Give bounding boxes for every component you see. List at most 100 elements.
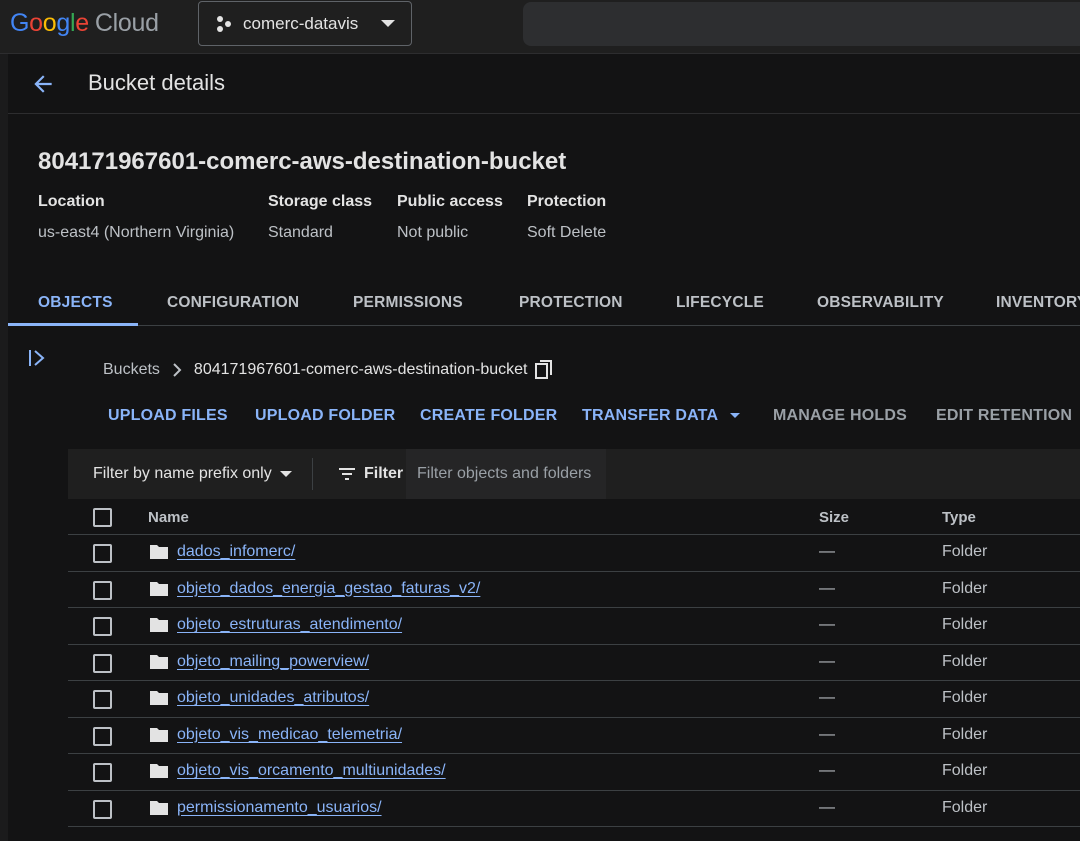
object-type: Folder: [942, 762, 988, 779]
filter-bar: Filter by name prefix only Filter: [68, 449, 1080, 499]
object-size: —: [819, 798, 835, 816]
transfer-data-label: TRANSFER DATA: [582, 407, 719, 424]
meta-value: Standard: [268, 224, 333, 241]
tab-protection[interactable]: PROTECTION: [519, 280, 623, 325]
meta-value: Not public: [397, 224, 469, 241]
divider: [312, 458, 313, 490]
transfer-data-button[interactable]: TRANSFER DATA: [582, 407, 741, 425]
table-row: objeto_mailing_powerview/ — Folder: [68, 645, 1080, 681]
object-link[interactable]: objeto_estruturas_atendimento/: [177, 616, 402, 634]
column-header-type[interactable]: Type: [942, 509, 976, 526]
upload-files-button[interactable]: UPLOAD FILES: [108, 407, 228, 425]
google-cloud-logo[interactable]: Google Cloud: [10, 9, 159, 38]
object-type: Folder: [942, 652, 988, 670]
folder-icon: [150, 691, 168, 705]
tab-inventory[interactable]: INVENTORY: [996, 280, 1080, 325]
manage-holds-button[interactable]: MANAGE HOLDS: [773, 407, 907, 425]
tab-bar: OBJECTS CONFIGURATION PERMISSIONS PROTEC…: [8, 280, 1080, 326]
chevron-right-icon: [173, 363, 182, 377]
column-header-name[interactable]: Name: [148, 509, 189, 526]
folder-icon: [150, 618, 168, 632]
tab-observability[interactable]: OBSERVABILITY: [817, 280, 944, 325]
object-size: —: [819, 689, 835, 706]
object-type: Folder: [942, 798, 988, 816]
breadcrumb: Buckets 804171967601-comerc-aws-destinat…: [103, 360, 553, 380]
meta-public-access: Public access Not public: [397, 193, 503, 242]
row-checkbox[interactable]: [93, 580, 112, 600]
row-checkbox[interactable]: [93, 726, 112, 746]
meta-storage-class: Storage class Standard: [268, 193, 372, 242]
back-arrow-icon[interactable]: [30, 71, 56, 97]
object-link[interactable]: objeto_dados_energia_gestao_faturas_v2/: [177, 580, 480, 598]
object-link[interactable]: permissionamento_usuarios/: [177, 799, 382, 817]
meta-label: Public access: [397, 193, 503, 210]
folder-icon: [150, 581, 168, 596]
search-input[interactable]: [523, 2, 1080, 46]
meta-label: Protection: [527, 193, 607, 210]
object-type: Folder: [942, 616, 988, 633]
object-link[interactable]: objeto_unidades_atributos/: [177, 689, 369, 707]
meta-location: Location us-east4 (Northern Virginia): [38, 193, 234, 242]
folder-icon: [150, 727, 168, 742]
filter-label: Filter: [364, 465, 404, 482]
chevron-down-icon: [381, 20, 395, 27]
active-tab-indicator: [8, 323, 138, 326]
table-row: objeto_unidades_atributos/ — Folder: [68, 681, 1080, 718]
row-checkbox[interactable]: [93, 763, 112, 782]
meta-label: Location: [38, 193, 105, 210]
breadcrumb-buckets-link[interactable]: Buckets: [103, 361, 160, 379]
object-size: —: [819, 579, 835, 597]
object-type: Folder: [942, 579, 988, 597]
object-type: Folder: [942, 543, 988, 560]
object-link[interactable]: dados_infomerc/: [177, 543, 295, 561]
object-size: —: [819, 616, 835, 633]
object-link[interactable]: objeto_vis_medicao_telemetria/: [177, 726, 402, 744]
object-size: —: [819, 652, 835, 670]
object-size: —: [819, 725, 835, 743]
row-checkbox[interactable]: [93, 544, 112, 563]
edit-retention-button[interactable]: EDIT RETENTION: [936, 407, 1072, 425]
table-row: objeto_vis_orcamento_multiunidades/ — Fo…: [68, 754, 1080, 791]
upload-folder-button[interactable]: UPLOAD FOLDER: [255, 407, 395, 425]
object-link[interactable]: objeto_vis_orcamento_multiunidades/: [177, 762, 446, 780]
filter-icon: [339, 468, 355, 480]
filter-mode-select[interactable]: Filter by name prefix only: [93, 465, 292, 483]
project-picker[interactable]: comerc-datavis: [198, 1, 412, 46]
table-row: objeto_vis_medicao_telemetria/ — Folder: [68, 718, 1080, 754]
folder-icon: [150, 545, 168, 559]
table-row: permissionamento_usuarios/ — Folder: [68, 791, 1080, 827]
table-row: objeto_estruturas_atendimento/ — Folder: [68, 608, 1080, 645]
objects-table: Name Size Type dados_infomerc/ — Folder …: [68, 499, 1080, 827]
folder-icon: [150, 764, 168, 778]
bucket-name: 804171967601-comerc-aws-destination-buck…: [38, 148, 567, 175]
top-bar: Google Cloud comerc-datavis: [0, 0, 1080, 54]
object-size: —: [819, 762, 835, 779]
meta-protection: Protection Soft Delete: [527, 193, 606, 242]
table-row: objeto_dados_energia_gestao_faturas_v2/ …: [68, 572, 1080, 608]
meta-value: Soft Delete: [527, 224, 607, 241]
tab-lifecycle[interactable]: LIFECYCLE: [676, 280, 764, 325]
filter-objects-input[interactable]: [406, 449, 606, 499]
project-name: comerc-datavis: [243, 13, 359, 33]
row-checkbox[interactable]: [93, 617, 112, 636]
left-rail: [0, 54, 8, 841]
select-all-checkbox[interactable]: [93, 508, 112, 527]
create-folder-button[interactable]: CREATE FOLDER: [420, 407, 557, 425]
meta-label: Storage class: [268, 193, 373, 210]
column-header-size[interactable]: Size: [819, 509, 849, 526]
row-checkbox[interactable]: [93, 799, 112, 819]
object-type: Folder: [942, 725, 988, 743]
folder-icon: [150, 800, 168, 815]
object-type: Folder: [942, 689, 988, 706]
project-icon: [217, 15, 231, 32]
filter-mode-label: Filter by name prefix only: [93, 465, 272, 482]
expand-panel-icon[interactable]: [26, 347, 48, 369]
row-checkbox[interactable]: [93, 653, 112, 673]
row-checkbox[interactable]: [93, 690, 112, 709]
copy-icon[interactable]: [535, 360, 553, 380]
tab-configuration[interactable]: CONFIGURATION: [167, 280, 299, 325]
tab-permissions[interactable]: PERMISSIONS: [353, 280, 463, 325]
object-link[interactable]: objeto_mailing_powerview/: [177, 653, 369, 671]
tab-objects[interactable]: OBJECTS: [38, 280, 113, 325]
meta-value: us-east4 (Northern Virginia): [38, 224, 235, 241]
